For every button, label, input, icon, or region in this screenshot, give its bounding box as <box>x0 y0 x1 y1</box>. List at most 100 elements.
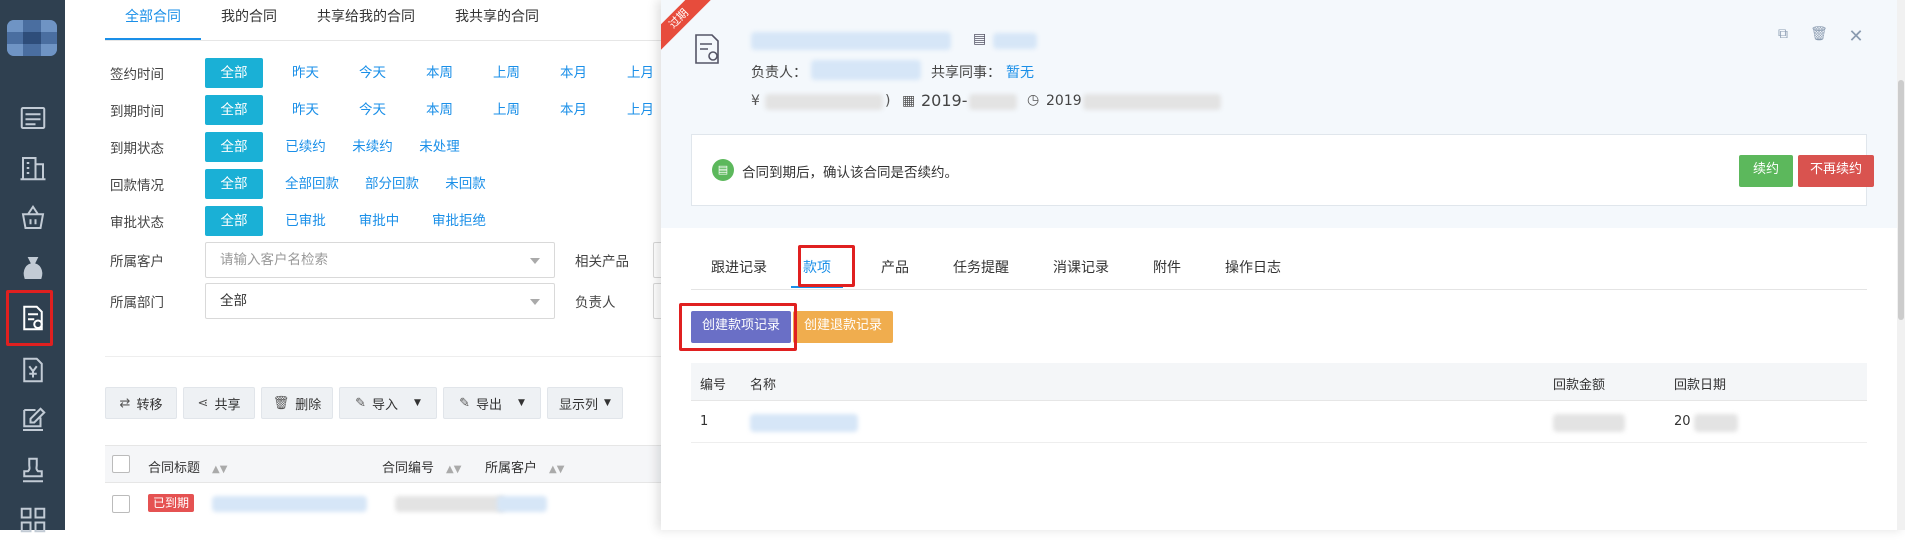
row-checkbox[interactable] <box>112 495 130 513</box>
contract-table-header: 合同标题 ▲▼ 合同编号 ▲▼ 所属客户 ▲▼ <box>105 445 665 483</box>
sidebar-item-finance[interactable] <box>0 346 65 394</box>
filter-option[interactable]: 上周 <box>473 58 540 88</box>
export-button[interactable]: ✎ 导出 ▼ <box>443 387 541 419</box>
filter-option[interactable]: 未续约 <box>339 132 406 162</box>
select-all-checkbox[interactable] <box>112 455 130 473</box>
no-renew-button[interactable]: 不再续约 <box>1798 155 1874 187</box>
filter-option[interactable]: 已审批 <box>272 206 339 236</box>
tab-my-contracts[interactable]: 我的合同 <box>201 0 297 40</box>
filter-option[interactable]: 未回款 <box>432 169 499 199</box>
tab-shared-with-me[interactable]: 共享给我的合同 <box>297 0 435 40</box>
redacted-owner <box>811 60 921 80</box>
filter-option[interactable]: 全部 <box>205 132 263 162</box>
redacted-contract-number <box>993 33 1037 49</box>
sidebar-item-products[interactable] <box>0 194 65 242</box>
col-contract-number[interactable]: 合同编号 ▲▼ <box>382 457 461 476</box>
table-row[interactable]: 已到期 <box>105 483 665 523</box>
filter-option[interactable]: 已续约 <box>272 132 339 162</box>
transfer-button[interactable]: ⇄ 转移 <box>105 387 177 419</box>
redacted-number <box>395 496 505 512</box>
amount-suffix: ) <box>885 93 891 109</box>
redacted-title[interactable] <box>212 496 367 512</box>
filter-payment-status: 回款情况 全部 全部回款 部分回款 未回款 <box>110 169 499 199</box>
department-select[interactable]: 全部 <box>205 283 555 319</box>
product-label: 相关产品 <box>575 254 629 270</box>
tab-task-reminders[interactable]: 任务提醒 <box>953 250 1009 286</box>
customer-select[interactable]: 请输入客户名检索 <box>205 242 555 278</box>
redacted-contract-title <box>751 32 951 50</box>
filter-label: 签约时间 <box>110 67 164 83</box>
tab-products[interactable]: 产品 <box>881 250 909 286</box>
active-highlight-box <box>6 290 53 346</box>
sidebar-item-company[interactable] <box>0 144 65 192</box>
col-label: 合同标题 <box>148 461 201 476</box>
sidebar-item-edit[interactable] <box>0 396 65 444</box>
panel-scrollbar[interactable] <box>1897 0 1905 530</box>
export-label: 导出 <box>475 397 502 413</box>
colleague-value[interactable]: 暂无 <box>1006 62 1034 82</box>
expired-badge: 已到期 <box>148 494 195 512</box>
filter-option[interactable]: 昨天 <box>272 58 339 88</box>
filter-option[interactable]: 本周 <box>406 58 473 88</box>
department-label: 所属部门 <box>110 295 164 311</box>
filter-option[interactable]: 今天 <box>339 95 406 125</box>
filter-option[interactable]: 审批中 <box>339 206 419 236</box>
import-label: 导入 <box>371 397 398 413</box>
tab-follow-up[interactable]: 跟进记录 <box>711 250 767 286</box>
tab-class-consumption[interactable]: 消课记录 <box>1053 250 1109 286</box>
trash-icon: 🗑 <box>272 395 290 411</box>
filter-option[interactable]: 昨天 <box>272 95 339 125</box>
filter-option[interactable]: 今天 <box>339 58 406 88</box>
app-logo[interactable] <box>7 20 57 56</box>
detail-tabs: 跟进记录 款项 产品 任务提醒 消课记录 附件 操作日志 <box>691 250 1867 290</box>
renew-button[interactable]: 续约 <box>1739 155 1793 187</box>
col-contract-title[interactable]: 合同标题 ▲▼ <box>148 457 227 476</box>
table-row[interactable]: 1 20 <box>691 401 1867 443</box>
filter-option[interactable]: 本月 <box>540 95 607 125</box>
tab-shared-by-me[interactable]: 我共享的合同 <box>435 0 559 40</box>
filter-option[interactable]: 部分回款 <box>352 169 432 199</box>
filter-option[interactable]: 全部 <box>205 169 263 199</box>
filter-option[interactable]: 本周 <box>406 95 473 125</box>
sidebar-item-list[interactable] <box>0 94 65 142</box>
redacted-name[interactable] <box>750 414 858 432</box>
edit-icon[interactable]: ⧉ <box>1773 26 1793 46</box>
sidebar-item-approval[interactable] <box>0 446 65 494</box>
filter-option[interactable]: 全部 <box>205 95 263 125</box>
filter-option[interactable]: 全部 <box>205 58 263 88</box>
clock-icon: ◷ <box>1027 92 1040 108</box>
share-button[interactable]: ⋖ 共享 <box>183 387 255 419</box>
delete-button[interactable]: 🗑 删除 <box>261 387 333 419</box>
end-date: 2019 <box>1046 93 1082 109</box>
apps-icon <box>20 507 45 533</box>
filter-option[interactable]: 全部回款 <box>272 169 352 199</box>
redacted-customer[interactable] <box>497 496 547 512</box>
filter-option[interactable]: 全部 <box>205 206 263 236</box>
sort-icon: ▲▼ <box>212 464 228 475</box>
tab-attachments[interactable]: 附件 <box>1153 250 1181 286</box>
filter-option[interactable]: 未处理 <box>406 132 473 162</box>
contract-tabs: 全部合同 我的合同 共享给我的合同 我共享的合同 <box>105 0 559 40</box>
col-customer[interactable]: 所属客户 ▲▼ <box>485 457 564 476</box>
renew-icon: ▤ <box>712 159 734 181</box>
display-columns-button[interactable]: 显示列 ▼ <box>547 387 623 419</box>
tab-operation-log[interactable]: 操作日志 <box>1225 250 1281 286</box>
trash-icon[interactable]: 🗑 <box>1809 26 1829 46</box>
close-icon[interactable]: ✕ <box>1846 26 1866 47</box>
scrollbar-thumb[interactable] <box>1898 80 1904 320</box>
filter-option[interactable]: 审批拒绝 <box>419 206 499 236</box>
sidebar-item-apps[interactable] <box>0 496 65 544</box>
sidebar <box>0 0 65 533</box>
filter-option[interactable]: 本月 <box>540 58 607 88</box>
start-date: 2019- <box>921 91 968 110</box>
sort-icon: ▲▼ <box>446 464 462 475</box>
sidebar-item-payments[interactable] <box>0 244 65 292</box>
filter-option[interactable]: 上周 <box>473 95 540 125</box>
tab-all-contracts[interactable]: 全部合同 <box>105 0 201 40</box>
basket-icon <box>21 204 44 229</box>
amount-prefix: ¥ <box>751 93 760 109</box>
create-refund-button[interactable]: 创建退款记录 <box>793 311 893 343</box>
finance-icon <box>22 357 43 383</box>
col-label: 合同编号 <box>382 461 435 476</box>
import-button[interactable]: ✎ 导入 ▼ <box>339 387 437 419</box>
